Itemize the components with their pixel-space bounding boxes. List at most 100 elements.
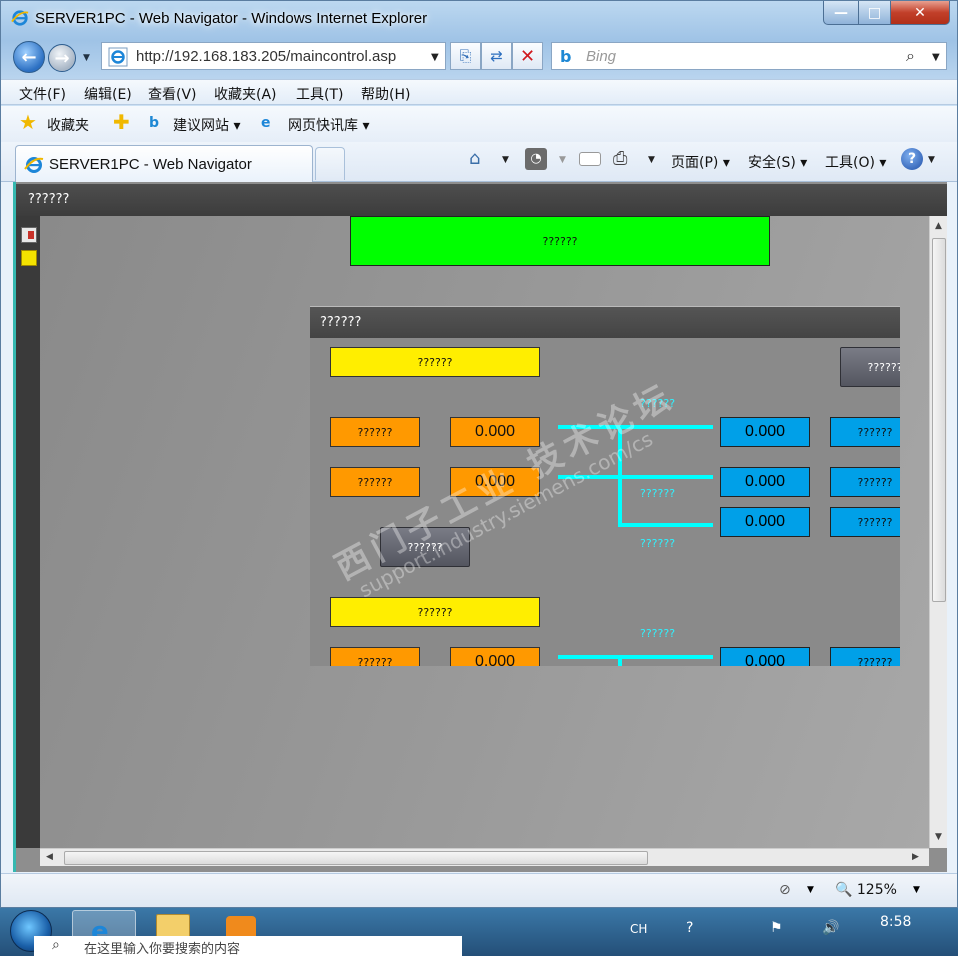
scroll-up-icon[interactable]: ▲ (935, 221, 942, 231)
compatibility-icon: ⎘ (459, 47, 472, 65)
vertical-scroll-thumb[interactable] (932, 238, 946, 602)
safety-menu[interactable]: 安全(S) ▾ (748, 152, 807, 172)
zoom-level[interactable]: 🔍 125% (835, 882, 897, 898)
read-mail-icon[interactable] (579, 152, 601, 166)
safety-menu-label: 安全(S) (748, 155, 796, 171)
gray-button-2[interactable]: ?????? (380, 527, 470, 567)
tab-row: SERVER1PC - Web Navigator ⌂ ▼ ◔ ▼ ⎙ ▼ 页面… (1, 142, 957, 182)
print-dropdown-icon[interactable]: ▼ (648, 155, 655, 165)
add-favorite-icon[interactable]: ✚ (113, 110, 130, 134)
menu-file[interactable]: 文件(F) (19, 84, 66, 104)
help-tray-icon[interactable]: ? (686, 920, 693, 936)
menu-edit[interactable]: 编辑(E) (84, 84, 132, 104)
favorites-button[interactable]: 收藏夹 (47, 115, 89, 135)
address-input[interactable]: http://192.168.183.205/maincontrol.asp (136, 48, 426, 65)
address-bar[interactable]: http://192.168.183.205/maincontrol.asp ▼ (101, 42, 446, 70)
page-menu-label: 页面(P) (671, 155, 719, 171)
forward-arrow-icon: → (54, 47, 70, 69)
navigation-bar: ← → ▼ http://192.168.183.205/maincontrol… (1, 37, 957, 77)
cyan-label-2: ?????? (640, 487, 676, 500)
pipe-line (618, 425, 622, 527)
horizontal-scrollbar[interactable]: ◀ ▶ (40, 848, 929, 866)
help-dropdown-icon[interactable]: ▼ (928, 155, 935, 165)
tools-menu[interactable]: 工具(O) ▾ (825, 152, 886, 172)
orange-label-2: ?????? (330, 467, 420, 497)
new-tab-button[interactable] (315, 147, 345, 180)
home-icon[interactable]: ⌂ (469, 148, 491, 170)
bing-logo-icon: b (560, 47, 572, 66)
search-input[interactable]: Bing (586, 48, 616, 65)
volume-icon[interactable]: 🔊 (822, 920, 839, 936)
scroll-left-icon[interactable]: ◀ (46, 852, 53, 862)
home-dropdown-icon[interactable]: ▼ (502, 155, 509, 165)
menu-tools[interactable]: 工具(T) (296, 84, 343, 104)
blue-value-4: 0.000 (720, 647, 810, 666)
minimize-button[interactable]: — (823, 1, 859, 25)
status-bar: ⊘ ▼ 🔍 125% ▼ (1, 873, 957, 907)
zoom-value: 125% (856, 882, 897, 898)
scroll-right-icon[interactable]: ▶ (912, 852, 919, 862)
refresh-button[interactable]: ⇄ (481, 42, 512, 70)
flag-tray-icon[interactable]: ⚑ (770, 920, 783, 936)
alarm-icon[interactable] (21, 250, 37, 266)
cyan-label-3: ?????? (640, 537, 676, 550)
tools-menu-label: 工具(O) (825, 155, 875, 171)
history-dropdown-icon[interactable]: ▼ (83, 53, 90, 63)
blue-label-2: ?????? (830, 467, 900, 497)
popup-title: ?????? (320, 315, 362, 330)
search-box[interactable]: b Bing ⌕ ▼ (551, 42, 947, 70)
exit-icon[interactable] (21, 227, 37, 243)
rss-feed-icon[interactable]: ◔ (525, 148, 547, 170)
print-icon[interactable]: ⎙ (613, 148, 635, 170)
stop-icon: ✕ (519, 45, 536, 67)
web-slice-gallery-link[interactable]: 网页快讯库 ▾ (288, 115, 369, 135)
horizontal-scroll-thumb[interactable] (64, 851, 648, 865)
menu-favorites[interactable]: 收藏夹(A) (214, 84, 277, 104)
stop-button[interactable]: ✕ (512, 42, 543, 70)
windows-search-input[interactable]: 在这里输入你要搜索的内容 (84, 938, 240, 956)
protected-mode-icon[interactable]: ⊘ (779, 882, 791, 898)
orange-value-3: 0.000 (450, 647, 540, 666)
tab-active[interactable]: SERVER1PC - Web Navigator (15, 145, 313, 182)
app-header: ?????? (16, 184, 947, 216)
language-indicator[interactable]: CH (630, 922, 647, 936)
search-dropdown-icon[interactable]: ▼ (932, 52, 940, 63)
search-icon[interactable]: ⌕ (906, 46, 915, 66)
blue-value-3: 0.000 (720, 507, 810, 537)
orange-label-1: ?????? (330, 417, 420, 447)
menu-view[interactable]: 查看(V) (148, 84, 197, 104)
rss-dropdown-icon[interactable]: ▼ (559, 155, 566, 165)
popup-header[interactable]: ?????? (310, 307, 900, 338)
ie-page-icon (108, 47, 128, 67)
forward-button[interactable]: → (48, 44, 76, 72)
section1-label: ?????? (330, 347, 540, 377)
ie-logo-icon (11, 10, 29, 26)
bing-suggest-icon: b (149, 115, 160, 131)
clock[interactable]: 8:58 (880, 914, 911, 930)
close-button[interactable]: ✕ (890, 1, 950, 25)
back-button[interactable]: ← (13, 41, 45, 73)
blue-value-2: 0.000 (720, 467, 810, 497)
vertical-scrollbar[interactable]: ▲ ▼ (929, 216, 947, 848)
maximize-button[interactable]: □ (858, 1, 891, 25)
address-dropdown-icon[interactable]: ▼ (431, 52, 439, 63)
blue-value-1: 0.000 (720, 417, 810, 447)
zoom-dropdown-icon[interactable]: ▼ (913, 885, 920, 895)
menu-help[interactable]: 帮助(H) (361, 84, 410, 104)
app-sidebar (16, 216, 40, 848)
web-content: ?????? ?????? ?????? ?????? ?????? ?????… (13, 182, 947, 872)
gray-button-1[interactable]: ?????? (840, 347, 900, 387)
compatibility-view-button[interactable]: ⎘ (450, 42, 481, 70)
help-icon[interactable]: ? (901, 148, 923, 170)
refresh-icon: ⇄ (490, 47, 503, 65)
suggested-sites-link[interactable]: 建议网站 ▾ (173, 115, 240, 135)
pipe-line (618, 655, 622, 666)
title-bar: SERVER1PC - Web Navigator - Windows Inte… (1, 1, 957, 37)
orange-label-3: ?????? (330, 647, 420, 666)
windows-search-bar[interactable]: ⌕ 在这里输入你要搜索的内容 (34, 936, 462, 956)
protected-dropdown-icon[interactable]: ▼ (807, 885, 814, 895)
scroll-down-icon[interactable]: ▼ (935, 832, 942, 842)
pipe-line (558, 425, 713, 429)
menu-bar: 文件(F) 编辑(E) 查看(V) 收藏夹(A) 工具(T) 帮助(H) (1, 79, 957, 105)
page-menu[interactable]: 页面(P) ▾ (671, 152, 730, 172)
